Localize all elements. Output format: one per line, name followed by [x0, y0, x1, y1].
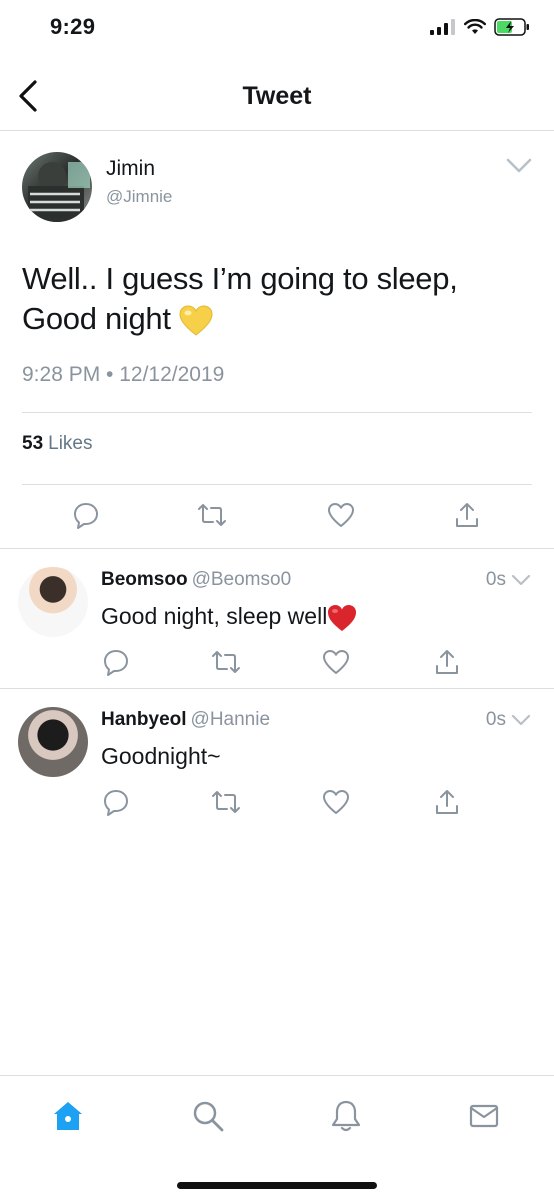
notifications-icon: [331, 1100, 361, 1132]
share-button[interactable]: [431, 786, 463, 818]
tweet-actions: [0, 499, 554, 537]
retweet-icon: [212, 791, 240, 813]
tab-messages[interactable]: [464, 1096, 504, 1136]
reply-icon: [74, 503, 98, 529]
retweet-icon: [212, 651, 240, 673]
like-button[interactable]: [320, 786, 352, 818]
heart-icon: [323, 790, 349, 814]
heart-icon: [323, 650, 349, 674]
author-name[interactable]: Jimin: [106, 157, 155, 181]
retweet-button[interactable]: [210, 646, 242, 678]
likes-label: Likes: [48, 433, 93, 454]
retweet-button[interactable]: [210, 786, 242, 818]
tweet-text-line2-text: Good night: [22, 301, 171, 336]
tweet-text-line1: Well.. I guess I’m going to sleep,: [22, 261, 458, 296]
avatar-image: [28, 162, 90, 222]
reply-author-name[interactable]: Beomsoo: [101, 569, 188, 590]
share-icon: [436, 790, 458, 814]
wifi-icon: [464, 19, 486, 34]
header: Tweet: [0, 60, 554, 131]
heart-icon: [328, 503, 354, 527]
reply-tweet[interactable]: Hanbyeol @Hannie 0s Goodnight~: [0, 689, 554, 829]
reply-button[interactable]: [100, 646, 132, 678]
messages-icon: [469, 1104, 499, 1128]
tweet-text: Well.. I guess I’m going to sleep, Good …: [22, 259, 522, 339]
home-icon: [54, 1102, 82, 1130]
tweet-text-line2: Good night: [22, 299, 522, 339]
status-time: 9:29: [50, 14, 96, 39]
tab-home[interactable]: [48, 1096, 88, 1136]
reply-time: 0s: [485, 709, 506, 730]
reply-author-name[interactable]: Hanbyeol: [101, 709, 187, 730]
reply-header: Hanbyeol @Hannie: [101, 709, 270, 731]
tweet-timestamp: 9:28 PM • 12/12/2019: [22, 363, 225, 386]
reply-time: 0s: [485, 569, 506, 590]
share-icon: [436, 650, 458, 674]
avatar[interactable]: [22, 152, 92, 222]
author-handle: @Jimnie: [106, 187, 173, 206]
chevron-down-icon[interactable]: [510, 571, 532, 589]
status-icons: [430, 18, 530, 36]
tab-bar: [0, 1075, 554, 1200]
reply-icon: [104, 790, 128, 816]
signal-icon: [430, 19, 455, 35]
reply-author-handle: @Beomso0: [191, 569, 292, 590]
home-indicator: [177, 1182, 377, 1189]
likes-number: 53: [22, 433, 44, 454]
share-button[interactable]: [451, 499, 483, 531]
search-icon: [193, 1101, 224, 1132]
likes-count[interactable]: 53 Likes: [22, 433, 93, 455]
avatar[interactable]: [18, 707, 88, 777]
like-button[interactable]: [325, 499, 357, 531]
reply-icon: [104, 650, 128, 676]
chevron-down-icon[interactable]: [510, 711, 532, 729]
page-title: Tweet: [242, 82, 312, 110]
retweet-button[interactable]: [196, 499, 228, 531]
avatar[interactable]: [18, 567, 88, 637]
main-tweet: Jimin @Jimnie Well.. I guess I’m going t…: [0, 131, 554, 549]
retweet-icon: [198, 504, 226, 526]
red-heart-icon: [328, 604, 357, 631]
status-bar: 9:29: [0, 0, 554, 60]
chevron-down-icon[interactable]: [504, 153, 534, 177]
reply-text: Goodnight~: [101, 743, 221, 769]
reply-author-handle: @Hannie: [190, 709, 271, 730]
battery-icon: [494, 18, 529, 36]
tab-notifications[interactable]: [326, 1096, 366, 1136]
reply-button[interactable]: [70, 499, 102, 531]
share-button[interactable]: [431, 646, 463, 678]
share-icon: [456, 503, 478, 527]
reply-tweet[interactable]: Beomsoo @Beomso0 0s Good night, sleep wel…: [0, 549, 554, 689]
tab-search[interactable]: [188, 1096, 228, 1136]
reply-button[interactable]: [100, 786, 132, 818]
yellow-heart-icon: [179, 305, 213, 336]
reply-header: Beomsoo @Beomso0: [101, 569, 291, 591]
divider: [22, 412, 532, 413]
like-button[interactable]: [320, 646, 352, 678]
reply-text-content: Good night, sleep well: [101, 603, 328, 629]
reply-text: Good night, sleep well: [101, 603, 357, 632]
divider: [22, 484, 532, 485]
